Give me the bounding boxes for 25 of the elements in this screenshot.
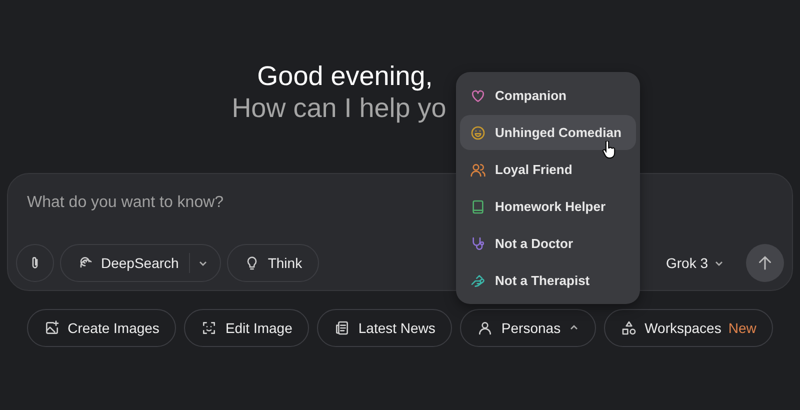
pointer-cursor-icon: [602, 141, 616, 159]
suggestion-chip[interactable]: Latest News: [317, 308, 452, 347]
suggestion-chip[interactable]: Workspaces New: [604, 308, 774, 347]
menu-item[interactable]: Companion: [460, 78, 636, 113]
person-icon: [477, 320, 494, 336]
suggestion-chip[interactable]: Create Images: [26, 308, 176, 347]
greeting: Good evening,: [257, 60, 433, 92]
arrow-up-icon: [756, 254, 774, 272]
suggestion-chip[interactable]: Personas: [460, 308, 596, 347]
menu-item[interactable]: Not a Therapist: [460, 263, 636, 298]
model-dropdown[interactable]: Grok 3: [660, 254, 730, 272]
subtitle: How can I help yo: [232, 92, 446, 125]
menu-item[interactable]: Not a Doctor: [460, 226, 636, 261]
image-icon: [44, 320, 60, 336]
menu-item[interactable]: Loyal Friend: [460, 152, 636, 187]
shapes-icon: [620, 320, 637, 336]
face-frame-icon: [201, 320, 218, 336]
attach-button[interactable]: [16, 244, 54, 282]
suggestion-chip[interactable]: Edit Image: [184, 308, 310, 347]
new-label: New: [728, 320, 756, 336]
newspaper-icon: [334, 320, 350, 336]
prompt-field[interactable]: What do you want to know?: [16, 190, 438, 216]
menu-item[interactable]: Homework Helper: [460, 189, 636, 224]
think-button[interactable]: Think: [226, 244, 320, 282]
send-button[interactable]: [746, 244, 784, 282]
